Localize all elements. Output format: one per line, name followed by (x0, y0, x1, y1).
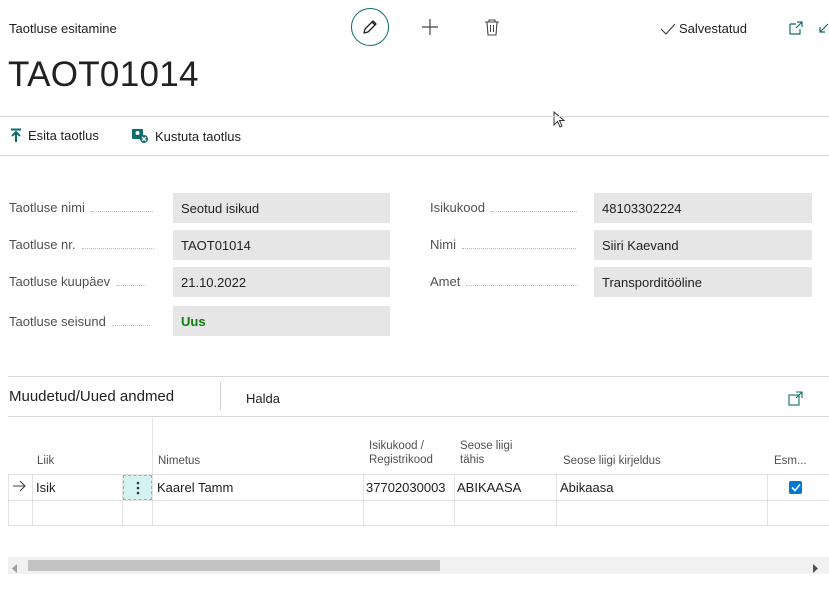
field-request-name[interactable]: Seotud isikud (173, 193, 390, 223)
scrollbar-thumb[interactable] (28, 560, 440, 571)
subpage-title[interactable]: Muudetud/Uued andmed (9, 388, 174, 405)
column-header-kirjeldus[interactable]: Seose liigi kirjeldus (563, 454, 661, 468)
delete-request-action[interactable]: Kustuta taotlus (131, 128, 241, 144)
more-vertical-icon (136, 481, 139, 494)
collapse-icon (819, 23, 829, 33)
checkmark-icon (790, 483, 801, 492)
plus-icon (422, 19, 438, 35)
row-arrow-icon (13, 480, 27, 495)
delete-request-label: Kustuta taotlus (155, 128, 241, 144)
submit-request-label: Esita taotlus (28, 128, 99, 143)
expand-subpage-button[interactable] (788, 391, 803, 406)
field-name[interactable]: Siiri Kaevand (594, 230, 812, 260)
scroll-right-icon[interactable] (812, 561, 818, 576)
field-label-position: Amet (430, 274, 579, 289)
page-caption: Taotluse esitamine (9, 21, 117, 36)
manage-menu-button[interactable]: Halda (246, 391, 280, 406)
open-new-window-button[interactable] (788, 20, 804, 36)
field-label-name: Nimi (430, 237, 576, 252)
divider (8, 376, 829, 377)
cell-seose-tahis[interactable]: ABIKAASA (457, 475, 521, 500)
new-button[interactable] (421, 18, 439, 36)
column-header-isikukood[interactable]: Isikukood / Registrikood (369, 439, 433, 467)
field-label-request-name: Taotluse nimi (9, 200, 153, 215)
delete-button[interactable] (484, 18, 500, 36)
delete-document-icon (132, 129, 148, 143)
cell-liik[interactable]: Isik (36, 475, 56, 500)
field-label-request-status: Taotluse seisund (9, 314, 150, 329)
record-title: TAOT01014 (8, 55, 199, 94)
open-in-new-window-icon (789, 21, 803, 35)
divider (0, 155, 829, 156)
row-actions-button[interactable] (123, 475, 152, 500)
field-personal-code[interactable]: 48103302224 (594, 193, 812, 223)
field-position[interactable]: Transporditööline (594, 267, 812, 297)
field-request-status: Uus (173, 306, 390, 336)
separator (220, 382, 221, 410)
upload-arrow-icon (11, 128, 21, 142)
field-label-request-date: Taotluse kuupäev (9, 274, 147, 289)
field-request-date[interactable]: 21.10.2022 (173, 267, 390, 297)
cell-esm-checkbox[interactable] (789, 481, 802, 494)
edit-button[interactable] (351, 8, 389, 46)
checkmark-icon (660, 23, 676, 35)
cell-nimetus[interactable]: Kaarel Tamm (157, 475, 233, 500)
field-request-nr[interactable]: TAOT01014 (173, 230, 390, 260)
field-label-personal-code: Isikukood (430, 200, 577, 215)
expand-icon (788, 391, 803, 406)
field-label-request-nr: Taotluse nr. (9, 237, 154, 252)
column-header-seose-tahis[interactable]: Seose liigi tähis (460, 439, 512, 467)
submit-request-action[interactable]: Esita taotlus (10, 128, 99, 143)
cell-isikukood[interactable]: 37702030003 (366, 475, 446, 500)
saved-indicator: Salvestatud (660, 21, 747, 36)
trash-icon (485, 19, 499, 36)
scroll-left-icon[interactable] (12, 561, 18, 576)
divider (8, 416, 829, 417)
mouse-cursor-icon (553, 110, 566, 132)
cell-kirjeldus[interactable]: Abikaasa (560, 475, 613, 500)
collapse-button[interactable] (816, 22, 829, 36)
pencil-icon (363, 20, 377, 34)
divider (0, 116, 829, 117)
column-header-esm[interactable]: Esm... (774, 454, 807, 468)
column-header-nimetus[interactable]: Nimetus (158, 454, 200, 468)
saved-status-text: Salvestatud (679, 21, 747, 36)
grid-line (152, 418, 153, 526)
column-header-liik[interactable]: Liik (37, 454, 54, 468)
grid-line (8, 525, 829, 526)
grid-line (8, 500, 829, 501)
